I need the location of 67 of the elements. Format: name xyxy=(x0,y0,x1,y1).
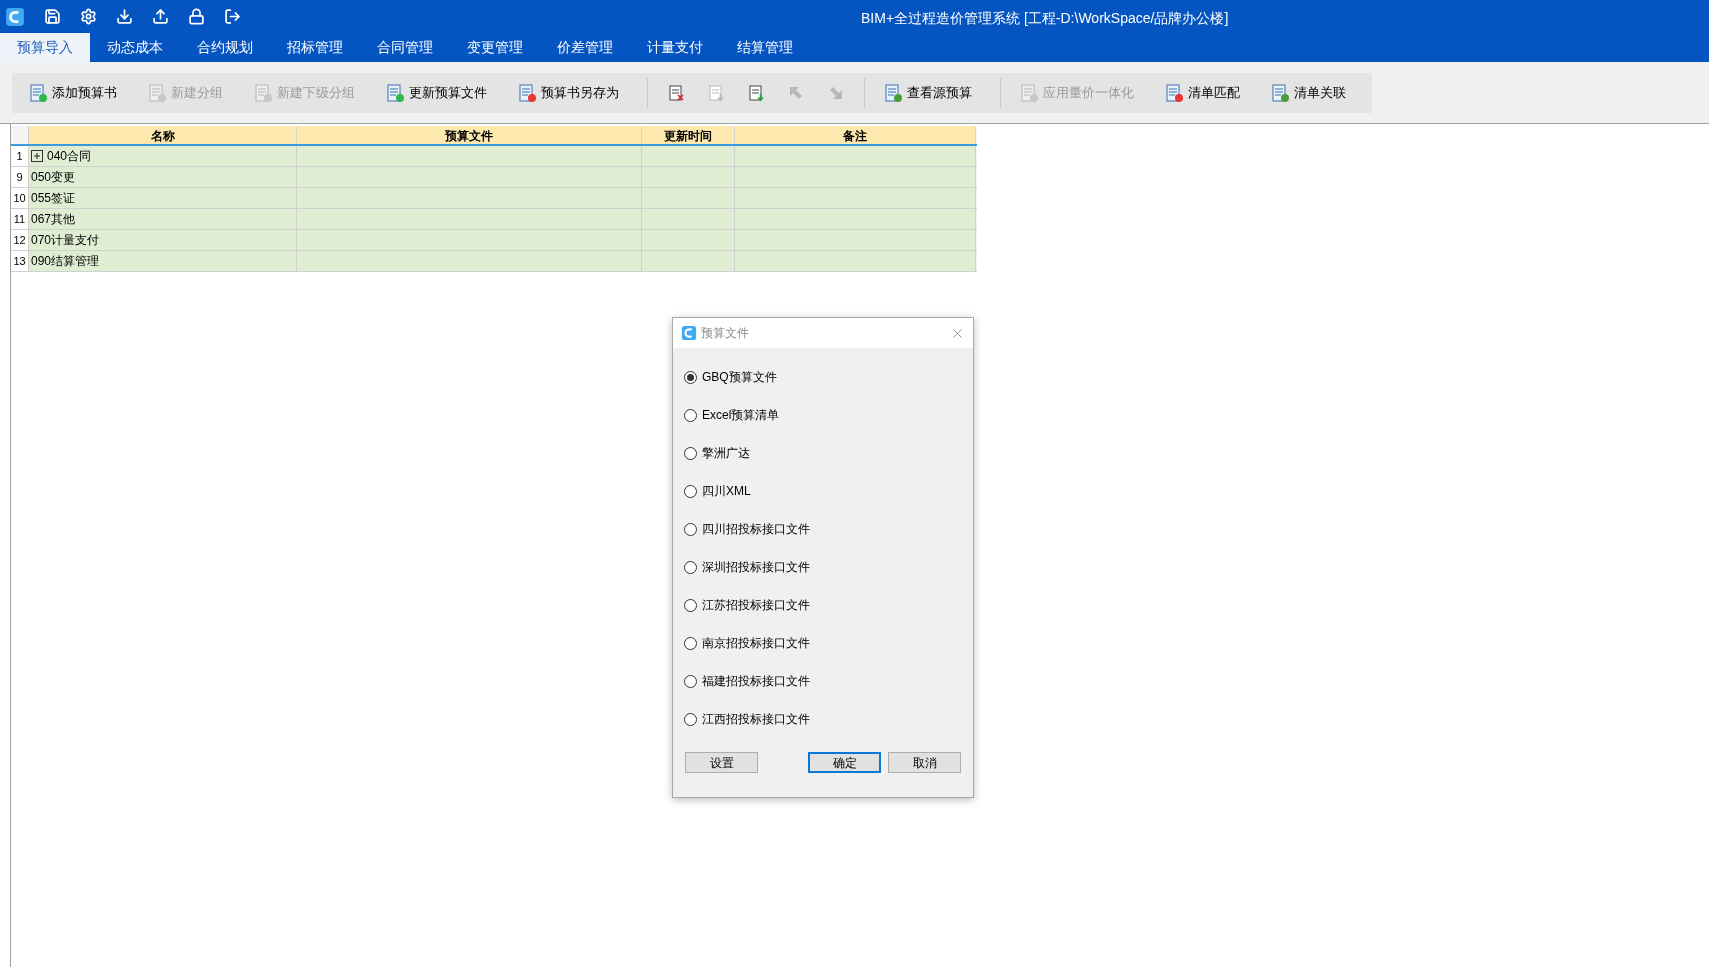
document-icon xyxy=(385,82,405,103)
document-icon xyxy=(28,82,48,103)
row-name: 050变更 xyxy=(31,169,76,186)
row-name: 070计量支付 xyxy=(31,232,100,249)
toolbar-button[interactable]: 更新预算文件 xyxy=(377,77,495,108)
row-number: 10 xyxy=(11,188,29,208)
radio-option[interactable]: 江苏招投标接口文件 xyxy=(684,596,810,614)
app-logo-icon xyxy=(5,6,25,27)
radio-option[interactable]: 四川XML xyxy=(684,482,751,500)
radio-option[interactable]: 福建招投标接口文件 xyxy=(684,672,810,690)
radio-option[interactable]: Excel预算清单 xyxy=(684,406,780,424)
ribbon-tab[interactable]: 动态成本 xyxy=(90,33,180,62)
exit-icon[interactable] xyxy=(224,8,241,25)
list-icon xyxy=(747,83,765,102)
ribbon-tab[interactable]: 变更管理 xyxy=(450,33,540,62)
toolbar-button[interactable]: 添加预算书 xyxy=(20,77,125,108)
list-icon xyxy=(667,83,685,102)
toolbar-button[interactable]: 清单关联 xyxy=(1262,77,1354,108)
radio-option[interactable]: 江西招投标接口文件 xyxy=(684,710,810,728)
save-icon[interactable] xyxy=(44,8,61,25)
row-number: 12 xyxy=(11,230,29,250)
document-icon xyxy=(883,82,903,103)
ribbon-tab[interactable]: 合约规划 xyxy=(180,33,270,62)
radio-option[interactable]: GBQ预算文件 xyxy=(684,368,777,386)
document-icon xyxy=(253,82,273,103)
lock-icon[interactable] xyxy=(188,8,205,25)
ribbon-tab[interactable]: 结算管理 xyxy=(720,33,810,62)
row-number: 13 xyxy=(11,251,29,271)
column-header: 预算文件 xyxy=(297,126,642,144)
dialog-button[interactable]: 取消 xyxy=(888,752,961,773)
radio-option[interactable]: 南京招投标接口文件 xyxy=(684,634,810,652)
expand-icon[interactable] xyxy=(31,150,43,162)
toolbar-button[interactable]: 清单匹配 xyxy=(1156,77,1248,108)
document-icon xyxy=(147,82,167,103)
column-header: 备注 xyxy=(735,126,976,144)
row-number: 9 xyxy=(11,167,29,187)
settings-icon[interactable] xyxy=(80,8,97,25)
row-name: 055签证 xyxy=(31,190,76,207)
upload-icon[interactable] xyxy=(152,8,169,25)
ribbon-tab[interactable]: 招标管理 xyxy=(270,33,360,62)
document-icon xyxy=(1019,82,1039,103)
download-icon[interactable] xyxy=(116,8,133,25)
document-icon xyxy=(1270,82,1290,103)
column-header: 更新时间 xyxy=(642,126,735,144)
toolbar-button[interactable]: 预算书另存为 xyxy=(509,77,627,108)
radio-option[interactable]: 深圳招投标接口文件 xyxy=(684,558,810,576)
ribbon-tab[interactable]: 预算导入 xyxy=(0,33,90,62)
row-name: 040合同 xyxy=(47,148,92,165)
window-title: BIM+全过程造价管理系统 [工程-D:\WorkSpace/品牌办公楼] xyxy=(861,9,1229,28)
dialog-button[interactable]: 确定 xyxy=(808,752,881,773)
document-icon xyxy=(1164,82,1184,103)
row-number: 11 xyxy=(11,209,29,229)
column-header: 名称 xyxy=(29,126,297,144)
dialog-title: 预算文件 xyxy=(701,325,749,342)
ribbon-tab[interactable]: 合同管理 xyxy=(360,33,450,62)
radio-option[interactable]: 四川招投标接口文件 xyxy=(684,520,810,538)
ribbon-tab[interactable]: 计量支付 xyxy=(630,33,720,62)
row-number: 1 xyxy=(11,146,29,166)
radio-option[interactable]: 擎洲广达 xyxy=(684,444,750,462)
toolbar-button[interactable]: 查看源预算 xyxy=(875,77,980,108)
list-icon xyxy=(707,83,725,102)
ribbon-tab[interactable]: 价差管理 xyxy=(540,33,630,62)
dialog-button[interactable]: 设置 xyxy=(685,752,758,773)
dialog-logo-icon xyxy=(681,325,697,341)
row-name: 067其他 xyxy=(31,211,76,228)
row-name: 090结算管理 xyxy=(31,253,100,270)
document-icon xyxy=(517,82,537,103)
